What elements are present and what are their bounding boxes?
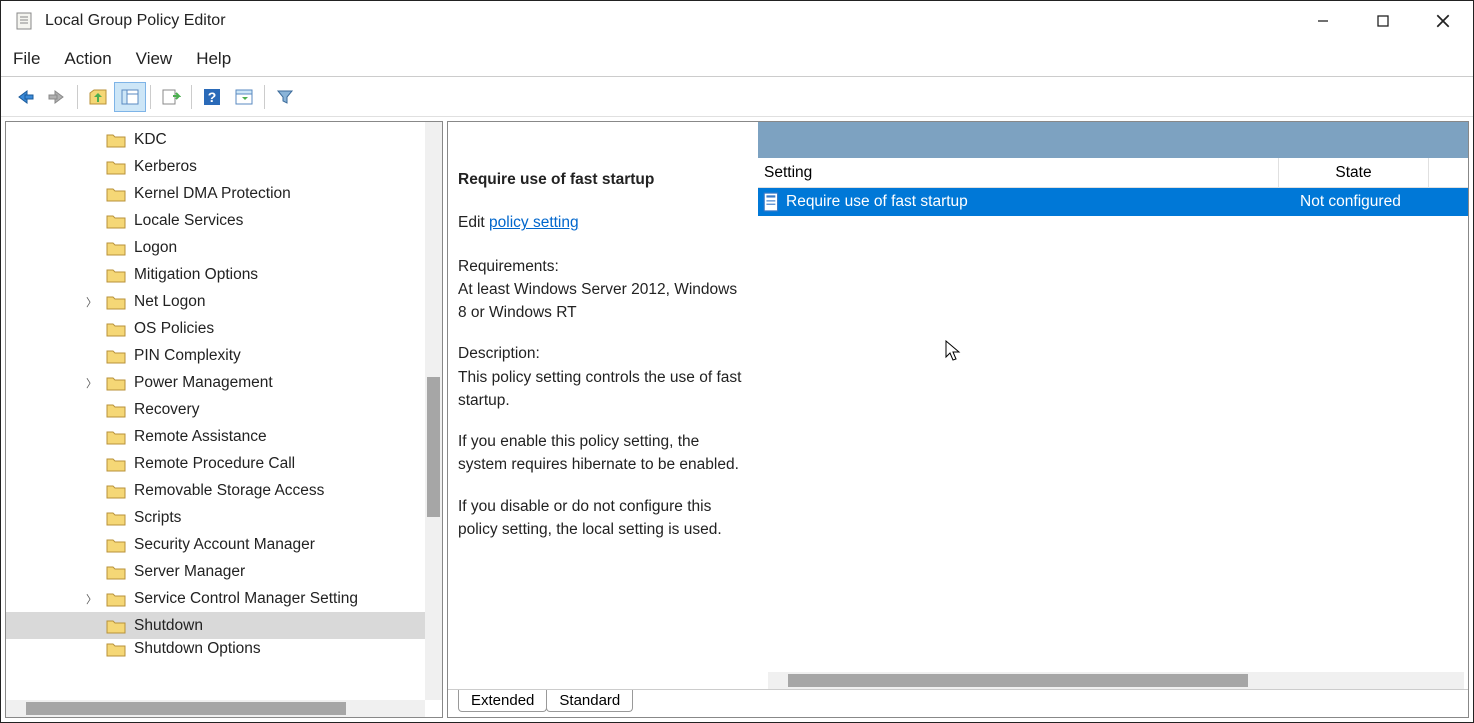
- column-setting[interactable]: Setting: [758, 164, 1278, 182]
- menu-action[interactable]: Action: [64, 49, 111, 69]
- chevron-right-icon[interactable]: 〉: [86, 591, 102, 607]
- tree-item[interactable]: OS Policies: [6, 315, 442, 342]
- requirements-block: Requirements: At least Windows Server 20…: [458, 255, 748, 325]
- tree-item-label: OS Policies: [134, 320, 214, 338]
- settings-row[interactable]: Require use of fast startup Not configur…: [758, 188, 1468, 216]
- toolbar: ?: [1, 77, 1473, 117]
- chevron-right-icon[interactable]: 〉: [86, 294, 102, 310]
- policy-icon: [762, 192, 782, 212]
- tree-item-label: Recovery: [134, 401, 199, 419]
- edit-prefix: Edit: [458, 214, 489, 231]
- tree-item-label: Mitigation Options: [134, 266, 258, 284]
- minimize-button[interactable]: [1293, 1, 1353, 41]
- tree-item-label: Power Management: [134, 374, 273, 392]
- back-button[interactable]: [9, 82, 41, 112]
- tree-item[interactable]: Shutdown: [6, 612, 442, 639]
- tree-item[interactable]: Recovery: [6, 396, 442, 423]
- tree-item-label: Security Account Manager: [134, 536, 315, 554]
- row-state: Not configured: [1278, 193, 1468, 211]
- description-label: Description:: [458, 345, 540, 362]
- tree-item[interactable]: Kerberos: [6, 153, 442, 180]
- tree-item-label: KDC: [134, 131, 167, 149]
- tree-item[interactable]: Security Account Manager: [6, 531, 442, 558]
- tree-item-label: Kerberos: [134, 158, 197, 176]
- tree-item[interactable]: Server Manager: [6, 558, 442, 585]
- tree-item[interactable]: 〉 Power Management: [6, 369, 442, 396]
- chevron-right-icon[interactable]: 〉: [86, 375, 102, 391]
- tree-item-label: Shutdown: [134, 617, 209, 635]
- tree-item[interactable]: 〉 Net Logon: [6, 288, 442, 315]
- tree-item[interactable]: PIN Complexity: [6, 342, 442, 369]
- tree-panel: KDC Kerberos Kernel DMA Protection Locale S…: [5, 121, 443, 718]
- tree-item-label: Logon: [134, 239, 177, 257]
- tree-item[interactable]: Locale Services: [6, 207, 442, 234]
- policy-setting-link[interactable]: policy setting: [489, 214, 579, 231]
- detail-scrollbar-horizontal[interactable]: [768, 672, 1464, 689]
- export-button[interactable]: [155, 82, 187, 112]
- tree-list[interactable]: KDC Kerberos Kernel DMA Protection Locale S…: [6, 122, 442, 659]
- settings-header[interactable]: Setting State: [758, 158, 1468, 188]
- column-blank[interactable]: [1428, 158, 1468, 187]
- tree-item[interactable]: Mitigation Options: [6, 261, 442, 288]
- menu-file[interactable]: File: [13, 49, 40, 69]
- tree-scrollbar-horizontal[interactable]: [6, 700, 425, 717]
- requirements-text: At least Windows Server 2012, Windows 8 …: [458, 281, 737, 321]
- tree-item-label: Removable Storage Access: [134, 482, 324, 500]
- edit-line: Edit policy setting: [458, 211, 748, 234]
- tree-item-label: Net Logon: [134, 293, 206, 311]
- description-block: Description: This policy setting control…: [458, 342, 748, 412]
- forward-button[interactable]: [41, 82, 73, 112]
- policy-title: Require use of fast startup: [458, 168, 748, 191]
- tree-item-label: Locale Services: [134, 212, 243, 230]
- tree-item[interactable]: Remote Assistance: [6, 423, 442, 450]
- filter-button[interactable]: [269, 82, 301, 112]
- tree-item-label: Remote Procedure Call: [134, 455, 295, 473]
- description-p2: If you enable this policy setting, the s…: [458, 430, 748, 477]
- tree-item[interactable]: Kernel DMA Protection: [6, 180, 442, 207]
- description-pane: Require use of fast startup Edit policy …: [448, 122, 758, 689]
- description-p3: If you disable or do not configure this …: [458, 495, 748, 542]
- titlebar: Local Group Policy Editor: [1, 1, 1473, 41]
- up-button[interactable]: [82, 82, 114, 112]
- menu-view[interactable]: View: [136, 49, 173, 69]
- row-setting-name: Require use of fast startup: [786, 193, 1278, 211]
- menu-help[interactable]: Help: [196, 49, 231, 69]
- tree-item-label: Remote Assistance: [134, 428, 267, 446]
- tree-item[interactable]: Scripts: [6, 504, 442, 531]
- tree-item[interactable]: Shutdown Options: [6, 639, 442, 659]
- maximize-button[interactable]: [1353, 1, 1413, 41]
- help-button[interactable]: ?: [196, 82, 228, 112]
- tree-item[interactable]: Remote Procedure Call: [6, 450, 442, 477]
- close-button[interactable]: [1413, 1, 1473, 41]
- svg-text:?: ?: [208, 89, 217, 105]
- content-area: KDC Kerberos Kernel DMA Protection Locale S…: [1, 117, 1473, 722]
- tree-item[interactable]: Logon: [6, 234, 442, 261]
- treeview-button[interactable]: [114, 82, 146, 112]
- menubar: File Action View Help: [1, 41, 1473, 77]
- tab-extended[interactable]: Extended: [458, 690, 547, 712]
- requirements-label: Requirements:: [458, 258, 559, 275]
- tree-scrollbar-vertical[interactable]: [425, 122, 442, 700]
- properties-button[interactable]: [228, 82, 260, 112]
- tree-item-label: Service Control Manager Setting: [134, 590, 358, 608]
- tree-item-label: Shutdown Options: [134, 640, 261, 658]
- window-title: Local Group Policy Editor: [45, 12, 226, 30]
- tree-item-label: Server Manager: [134, 563, 245, 581]
- tabs: Extended Standard: [448, 689, 1468, 717]
- tree-item[interactable]: KDC: [6, 126, 442, 153]
- column-state[interactable]: State: [1278, 158, 1428, 187]
- tree-item-label: Kernel DMA Protection: [134, 185, 291, 203]
- settings-pane: Setting State Require use of fast startu…: [758, 158, 1468, 689]
- description-p1: This policy setting controls the use of …: [458, 369, 741, 409]
- tree-item-label: PIN Complexity: [134, 347, 241, 365]
- tree-item-label: Scripts: [134, 509, 181, 527]
- tree-item[interactable]: 〉 Service Control Manager Setting: [6, 585, 442, 612]
- detail-panel: Shutdown Require use of fast startup Edi…: [447, 121, 1469, 718]
- app-icon: [15, 11, 35, 31]
- tab-standard[interactable]: Standard: [546, 690, 633, 712]
- tree-item[interactable]: Removable Storage Access: [6, 477, 442, 504]
